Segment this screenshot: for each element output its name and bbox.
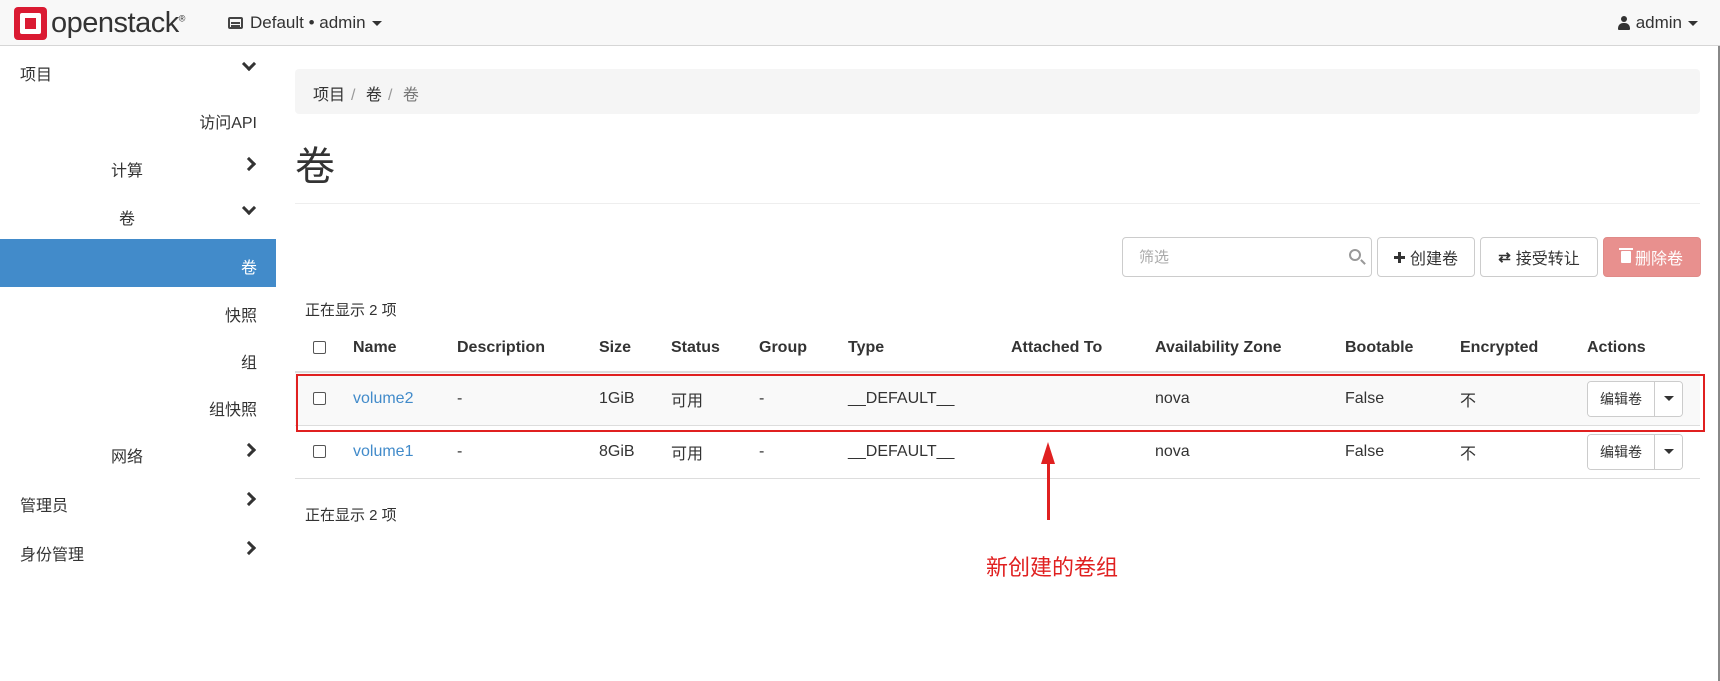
sidebar-item-label: 网络 xyxy=(111,449,144,466)
chevron-right-icon xyxy=(241,540,257,556)
volume-name-link[interactable]: volume1 xyxy=(353,443,413,460)
sidebar-item-compute[interactable]: 计算 xyxy=(0,142,276,190)
column-header-encrypted[interactable]: Encrypted xyxy=(1460,324,1587,373)
cell-bootable: False xyxy=(1345,425,1460,479)
sidebar-item-label: 组快照 xyxy=(208,402,257,419)
logo-text: openstack® xyxy=(51,6,185,39)
delete-volumes-label: 删除卷 xyxy=(1634,251,1683,268)
sidebar-item-label: 管理员 xyxy=(20,498,69,515)
sidebar-item-label: 快照 xyxy=(224,308,257,325)
user-icon xyxy=(1617,16,1630,30)
user-menu-label: admin xyxy=(1635,13,1682,32)
row-checkbox[interactable] xyxy=(313,444,326,458)
cell-attached-to xyxy=(1011,425,1155,479)
column-header-actions: Actions xyxy=(1587,324,1700,373)
accept-transfer-button[interactable]: ⇄ 接受转让 xyxy=(1480,237,1598,277)
project-selector[interactable]: Default • admin xyxy=(228,13,382,33)
divider xyxy=(295,203,1700,204)
cell-description: - xyxy=(457,425,599,479)
sidebar-item-label: 卷 xyxy=(240,260,257,277)
annotation-highlight-box xyxy=(296,374,1705,432)
caret-down-icon xyxy=(371,20,382,26)
delete-volumes-button[interactable]: 删除卷 xyxy=(1603,237,1701,277)
page-title: 卷 xyxy=(295,144,335,190)
cell-availability-zone: nova xyxy=(1155,425,1345,479)
cell-group: - xyxy=(759,425,848,479)
sidebar-item-snapshots[interactable]: 快照 xyxy=(0,287,276,335)
row-actions: 编辑卷 xyxy=(1587,433,1683,470)
item-count-bottom: 正在显示 2 项 xyxy=(305,507,397,524)
sidebar-item-label: 项目 xyxy=(20,67,53,84)
sidebar-item-network[interactable]: 网络 xyxy=(0,428,276,476)
sidebar-item-admin[interactable]: 管理员 xyxy=(0,477,276,525)
column-header-status[interactable]: Status xyxy=(671,324,759,373)
breadcrumb-current: 卷 xyxy=(402,87,419,104)
breadcrumb: 项目 / 卷 / 卷 xyxy=(295,69,1700,114)
top-navbar: openstack® Default • admin admin xyxy=(0,0,1720,46)
edit-volume-button[interactable]: 编辑卷 xyxy=(1588,434,1654,469)
table-header-row: Name Description Size Status Group Type … xyxy=(295,324,1700,373)
annotation-arrow xyxy=(1047,448,1050,520)
column-header-availability-zone[interactable]: Availability Zone xyxy=(1155,324,1345,373)
openstack-logo-icon xyxy=(14,6,47,40)
user-menu[interactable]: admin xyxy=(1617,13,1698,33)
cell-encrypted: 不 xyxy=(1460,425,1587,479)
main-content: 项目/ 卷/ 卷 卷 创建卷 ⇄ 接受转让 删除卷 正在显示 2 项 Name … xyxy=(295,46,1701,681)
sidebar-item-identity[interactable]: 身份管理 xyxy=(0,526,276,574)
search-icon[interactable] xyxy=(1349,249,1361,261)
sidebar-item-group-snapshots[interactable]: 组快照 xyxy=(0,381,276,429)
project-list-icon xyxy=(228,17,243,29)
caret-down-icon xyxy=(1663,449,1674,454)
sidebar-item-label: 组 xyxy=(240,355,257,372)
select-all-checkbox[interactable] xyxy=(313,340,326,354)
chevron-down-icon xyxy=(241,200,257,216)
cell-status: 可用 xyxy=(671,425,759,479)
column-header-attached-to[interactable]: Attached To xyxy=(1011,324,1155,373)
plus-icon xyxy=(1393,251,1405,263)
cell-size: 8GiB xyxy=(599,425,671,479)
chevron-down-icon xyxy=(241,56,257,72)
breadcrumb-item[interactable]: 项目 xyxy=(313,87,345,104)
chevron-right-icon xyxy=(241,491,257,507)
cell-type: __DEFAULT__ xyxy=(848,425,1011,479)
create-volume-button[interactable]: 创建卷 xyxy=(1377,237,1475,277)
openstack-logo[interactable]: openstack® xyxy=(14,6,185,40)
breadcrumb-item[interactable]: 卷 xyxy=(366,87,382,104)
column-header-bootable[interactable]: Bootable xyxy=(1345,324,1460,373)
filter-input[interactable] xyxy=(1137,248,1337,267)
column-header-name[interactable]: Name xyxy=(353,324,457,373)
accept-transfer-label: 接受转让 xyxy=(1515,251,1580,268)
exchange-icon: ⇄ xyxy=(1498,249,1511,266)
sidebar-item-volumes[interactable]: 卷 xyxy=(0,239,276,287)
annotation-text: 新创建的卷组 xyxy=(986,556,1119,581)
sidebar-item-label: 卷 xyxy=(119,211,136,228)
chevron-right-icon xyxy=(241,156,257,172)
filter-field[interactable] xyxy=(1122,237,1372,277)
sidebar-item-volumes-group[interactable]: 卷 xyxy=(0,190,276,238)
column-header-size[interactable]: Size xyxy=(599,324,671,373)
item-count-top: 正在显示 2 项 xyxy=(305,302,397,319)
sidebar-item-label: 计算 xyxy=(111,163,144,180)
sidebar-item-label: 身份管理 xyxy=(20,547,85,564)
column-header-description[interactable]: Description xyxy=(457,324,599,373)
sidebar-item-label: 访问API xyxy=(199,115,257,132)
column-header-type[interactable]: Type xyxy=(848,324,1011,373)
actions-dropdown-toggle[interactable] xyxy=(1654,434,1682,469)
table-row: volume1 - 8GiB 可用 - __DEFAULT__ nova Fal… xyxy=(295,425,1700,479)
create-volume-label: 创建卷 xyxy=(1409,251,1458,268)
trash-icon xyxy=(1618,248,1633,263)
project-selector-label: Default • admin xyxy=(250,13,366,32)
sidebar: 项目 访问API 计算 卷 卷 快照 组 组快照 网络 管理员 身份管理 xyxy=(0,46,276,681)
sidebar-item-api-access[interactable]: 访问API xyxy=(0,94,276,142)
column-header-group[interactable]: Group xyxy=(759,324,848,373)
sidebar-item-groups[interactable]: 组 xyxy=(0,334,276,382)
caret-down-icon xyxy=(1688,20,1698,26)
chevron-right-icon xyxy=(241,442,257,458)
sidebar-item-project[interactable]: 项目 xyxy=(0,46,276,94)
